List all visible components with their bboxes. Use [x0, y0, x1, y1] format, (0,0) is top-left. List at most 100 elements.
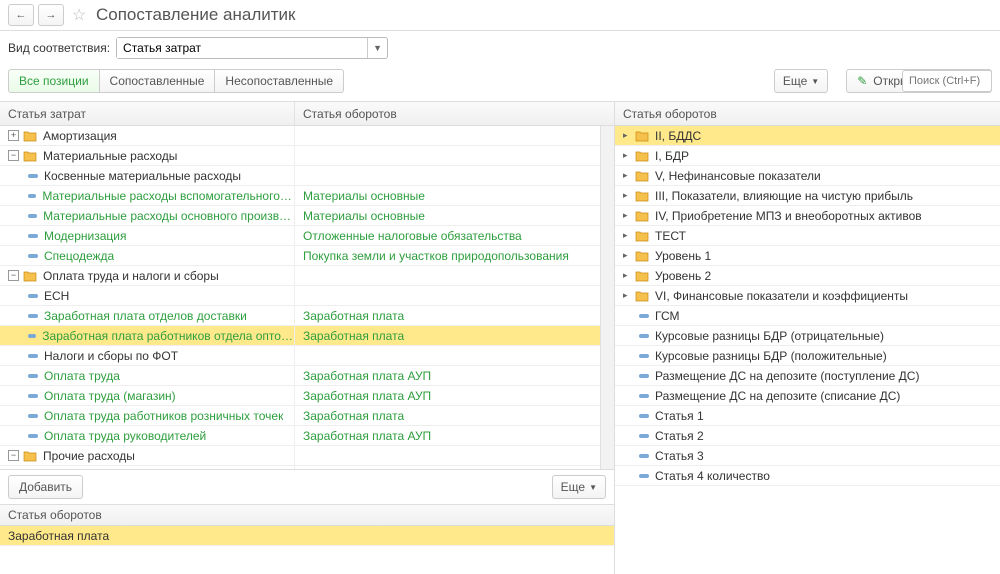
tree-folder-row[interactable]: ▸ IV, Приобретение МПЗ и внеоборотных акт…	[615, 206, 1000, 226]
tree-row-label: IV, Приобретение МПЗ и внеоборотных акти…	[655, 209, 922, 223]
tree-folder-row[interactable]: ▸I, БДР	[615, 146, 1000, 166]
tree-item-row[interactable]: Курсовые разницы БДР (положительные)	[615, 346, 1000, 366]
tree-folder-row[interactable]: ▸VI, Финансовые показатели и коэффициент…	[615, 286, 1000, 306]
tree-item-row[interactable]: МодернизацияОтложенные налоговые обязате…	[0, 226, 614, 246]
tree-item-row[interactable]: Оплата труда работников розничных точекЗ…	[0, 406, 614, 426]
tree-expand-arrow-icon[interactable]: ▸	[623, 190, 631, 201]
pencil-icon: ✎	[857, 74, 867, 88]
tree-expand-arrow-icon[interactable]: ▸	[623, 170, 631, 181]
tree-expand-arrow-icon[interactable]: ▸	[623, 130, 631, 141]
tree-item-row[interactable]: Размещение ДС на депозите (поступление Д…	[615, 366, 1000, 386]
more-button-left[interactable]: Еще ▼	[774, 69, 828, 93]
left-panel: Статья затрат Статья оборотов +Амортизац…	[0, 102, 615, 574]
chevron-down-icon[interactable]: ▼	[367, 38, 387, 58]
tree-item-row[interactable]: СпецодеждаПокупка земли и участков приро…	[0, 246, 614, 266]
tree-folder-row[interactable]: +Амортизация	[0, 126, 614, 146]
tree-row-label: Статья 4 количество	[655, 469, 770, 483]
tree-item-row[interactable]: Заработная плата отделов доставкиЗаработ…	[0, 306, 614, 326]
tree-expand-arrow-icon[interactable]: ▸	[623, 290, 631, 301]
tree-folder-row[interactable]: ▸Уровень 2	[615, 266, 1000, 286]
item-icon	[639, 374, 649, 378]
tree-folder-row[interactable]: − Прочие расходы	[0, 446, 614, 466]
tree-item-row[interactable]: Оплата трудаЗаработная плата АУП	[0, 366, 614, 386]
tree-row-label: Материальные расходы	[43, 149, 177, 163]
item-icon	[639, 454, 649, 458]
add-label: Добавить	[19, 480, 72, 494]
folder-icon	[635, 210, 649, 222]
tree-item-row[interactable]: Статья 2	[615, 426, 1000, 446]
tree-expand-arrow-icon[interactable]: ▸	[623, 210, 631, 221]
more-label: Еще	[783, 74, 807, 88]
folder-icon	[635, 130, 649, 142]
tree-item-row[interactable]: ЕСН	[0, 286, 614, 306]
bottom-grid-header[interactable]: Статья оборотов	[0, 504, 614, 526]
tree-folder-row[interactable]: − Материальные расходы	[0, 146, 614, 166]
tab-all[interactable]: Все позиции	[8, 69, 100, 93]
tree-toggle-icon[interactable]: −	[8, 150, 19, 161]
tree-row-value: Реконструкция (капитальный ремонт и стро…	[295, 469, 614, 470]
search-input[interactable]	[902, 70, 992, 92]
filter-dropdown[interactable]: ▼	[116, 37, 388, 59]
tree-toggle-icon[interactable]: −	[8, 270, 19, 281]
tree-item-row[interactable]: Косвенные материальные расходы	[0, 166, 614, 186]
tree-folder-row[interactable]: ▸III, Показатели, влияющие на чистую при…	[615, 186, 1000, 206]
item-icon	[28, 374, 38, 378]
tree-toggle-icon[interactable]: +	[8, 130, 19, 141]
back-button[interactable]: ←	[8, 4, 34, 26]
item-icon	[639, 414, 649, 418]
forward-button[interactable]: →	[38, 4, 64, 26]
tree-expand-arrow-icon[interactable]: ▸	[623, 270, 631, 281]
tree-folder-row[interactable]: ▸ТЕСТ	[615, 226, 1000, 246]
right-panel: Статья оборотов ▸II, БДДС▸I, БДР▸V, Нефи…	[615, 102, 1000, 574]
favorite-star-icon[interactable]: ☆	[70, 6, 88, 24]
tree-item-row[interactable]: Курсовые разницы БДР (отрицательные)	[615, 326, 1000, 346]
tree-expand-arrow-icon[interactable]: ▸	[623, 230, 631, 241]
tree-item-row[interactable]: Материальные расходы основного производс…	[0, 206, 614, 226]
more-button-bottom[interactable]: Еще ▼	[552, 475, 606, 499]
tree-expand-arrow-icon[interactable]: ▸	[623, 250, 631, 261]
tree-item-row[interactable]: Оплата труда руководителейЗаработная пла…	[0, 426, 614, 446]
filter-label: Вид соответствия:	[8, 41, 110, 55]
tree-item-row[interactable]: Размещение ДС на депозите (списание ДС)	[615, 386, 1000, 406]
tree-item-row[interactable]: ГСМ	[615, 306, 1000, 326]
tree-toggle-icon[interactable]: −	[8, 450, 19, 461]
tree-row-value: Материалы основные	[295, 209, 614, 223]
folder-icon	[635, 170, 649, 182]
tree-folder-row[interactable]: ▸V, Нефинансовые показатели	[615, 166, 1000, 186]
tree-item-row[interactable]: Статья 1	[615, 406, 1000, 426]
tree-row-label: Оплата труда (магазин)	[44, 389, 176, 403]
item-icon	[28, 194, 36, 198]
tree-item-row[interactable]: Статья 3	[615, 446, 1000, 466]
tree-expand-arrow-icon[interactable]: ▸	[623, 150, 631, 161]
tree-item-row[interactable]: Оплата труда (магазин)Заработная плата А…	[0, 386, 614, 406]
tree-folder-row[interactable]: ▸Уровень 1	[615, 246, 1000, 266]
add-button[interactable]: Добавить	[8, 475, 83, 499]
tree-item-row[interactable]: Заработная плата работников отдела оптов…	[0, 326, 614, 346]
filter-input[interactable]	[117, 38, 367, 58]
col-header-turnover[interactable]: Статья оборотов	[295, 102, 614, 125]
tree-row-label: Оплата труда	[44, 369, 120, 383]
tree-item-row[interactable]: Статья 4 количество	[615, 466, 1000, 486]
col-header-expense[interactable]: Статья затрат	[0, 102, 295, 125]
tree-row-label: Прочие расходы	[43, 449, 135, 463]
tree-row-value: Заработная плата АУП	[295, 429, 614, 443]
tree-row-label: Курсовые разницы БДР (положительные)	[655, 349, 887, 363]
tree-item-row[interactable]: АрендаРеконструкция (капитальный ремонт …	[0, 466, 614, 469]
item-icon	[28, 334, 36, 338]
tree-row-value: Покупка земли и участков природопользова…	[295, 249, 614, 263]
folder-icon	[23, 130, 37, 142]
tree-item-row[interactable]: Налоги и сборы по ФОТ	[0, 346, 614, 366]
tree-row-label: Размещение ДС на депозите (поступление Д…	[655, 369, 919, 383]
tree-item-row[interactable]: Материальные расходы вспомогательного пр…	[0, 186, 614, 206]
right-tree[interactable]: ▸II, БДДС▸I, БДР▸V, Нефинансовые показат…	[615, 126, 1000, 574]
tab-matched[interactable]: Сопоставленные	[100, 69, 216, 93]
tree-folder-row[interactable]: ▸II, БДДС	[615, 126, 1000, 146]
tree-folder-row[interactable]: −Оплата труда и налоги и сборы	[0, 266, 614, 286]
tab-unmatched[interactable]: Несопоставленные	[215, 69, 344, 93]
left-toolbar: Все позиции Сопоставленные Несопоставлен…	[0, 65, 1000, 101]
bottom-toolbar: Добавить Еще ▼	[0, 470, 614, 504]
scrollbar[interactable]	[600, 126, 614, 469]
bottom-selected-row[interactable]: Заработная плата	[0, 526, 614, 546]
left-tree[interactable]: +Амортизация − Материальные расходы Косвенн…	[0, 126, 614, 469]
right-grid-header[interactable]: Статья оборотов	[615, 102, 1000, 126]
